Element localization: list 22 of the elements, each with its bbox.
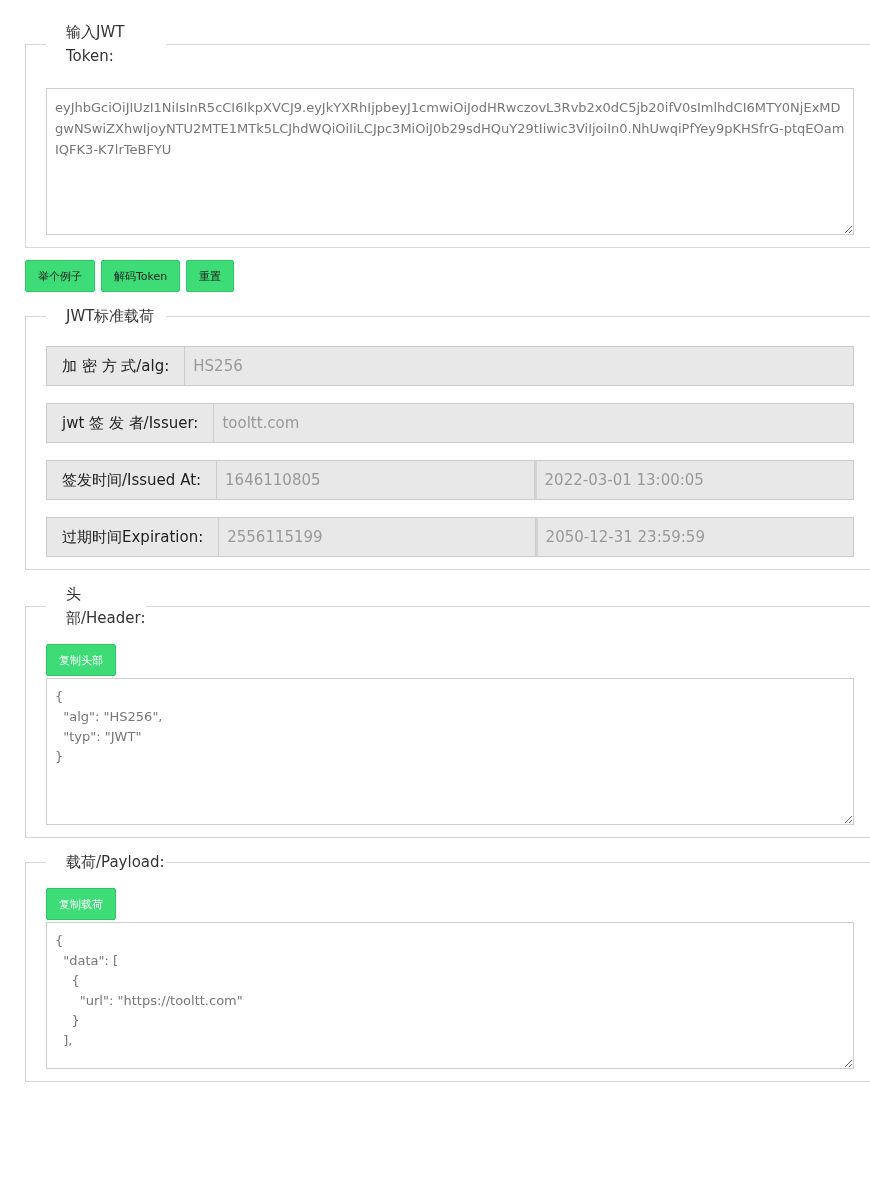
claim-label: 加 密 方 式/alg: [46,346,186,386]
section-legend: 载荷/Payload: [46,850,166,874]
claim-field[interactable]: 2022-03-01 13:00:05 [534,460,854,500]
claim-field[interactable]: 1646110805 [217,460,535,500]
copy-button[interactable]: 复制载荷 [46,888,116,920]
claim-field[interactable]: HS256 [185,346,854,386]
action-button[interactable]: 重置 [186,260,235,292]
claim-field[interactable]: 2556115199 [219,517,536,557]
token-field[interactable]: eyJhbGciOiJIUzI1NiIsInR5cCI6IkpXVCJ9.eyJkYXRhIjpbeyJ1cmwiOiJodHRwczovL3Rvb2x0dC5jb20ifV0sImlhdCI6MTY0NjExMDgwNSwiZXhwIjoyNTU2MTE1MTk5LCJhdWQiOiIiLCJpc3MiOiJ0b29sdHQuY29tIiwic3ViIjoiIn0.NhUwqiPfYey9pKHSfrG-ptqEOamIQFK3-K7lrTeBFYU [46,88,854,235]
claim-label: 过期时间Expiration: [46,517,220,557]
section-legend: 头部/Header: [46,582,146,630]
claim-label: 签发时间/Issued At: [46,460,218,500]
code-field[interactable]: { "alg": "HS256", "typ": "JWT" } [46,678,854,825]
section-legend: 输入JWT Token: [46,20,166,68]
copy-button[interactable]: 复制头部 [46,644,116,676]
claim-label: jwt 签 发 者/Issuer: [46,403,215,443]
action-button[interactable]: 举个例子 [25,260,95,292]
claim-field[interactable]: tooltt.com [214,403,854,443]
action-button[interactable]: 解码Token [101,260,181,292]
code-field[interactable]: { "data": [ { "url": "https://tooltt.com" } ], [46,922,854,1069]
claim-field[interactable]: 2050-12-31 23:59:59 [535,517,854,557]
section-legend: JWT标准载荷 [46,304,166,328]
